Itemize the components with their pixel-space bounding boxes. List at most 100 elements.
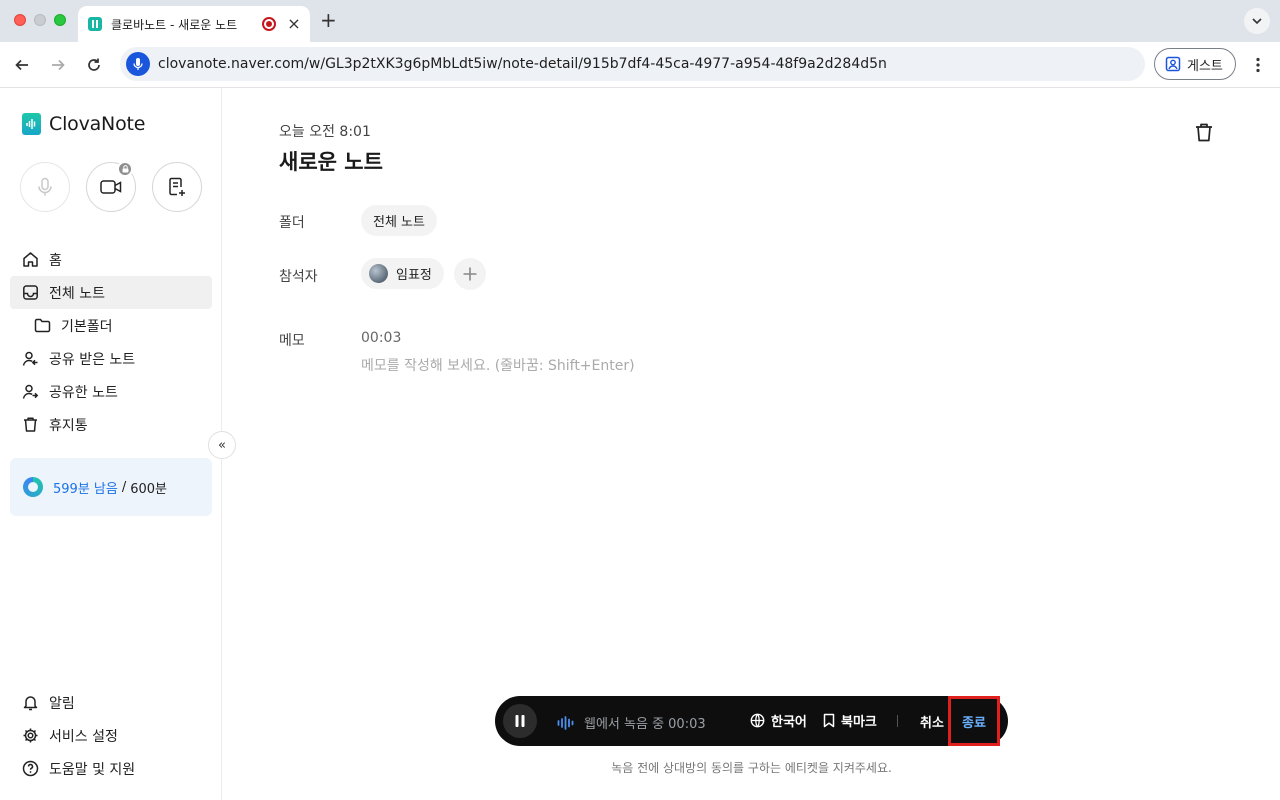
sidebar-nav: 홈 전체 노트 기본폴더 공유 받은 노트 공유한 노트 휴지통 (10, 243, 212, 441)
memo-label: 메모 (279, 333, 305, 349)
language-label: 한국어 (771, 715, 807, 730)
attendee-name: 임표정 (396, 268, 432, 283)
pause-icon (515, 715, 525, 727)
globe-icon (750, 713, 765, 728)
sidebar-item-shared-by-me[interactable]: 공유한 노트 (10, 375, 212, 408)
profile-label: 게스트 (1187, 58, 1223, 74)
browser-menu-button[interactable] (1250, 54, 1266, 76)
close-window-button[interactable] (14, 14, 26, 26)
record-audio-button[interactable] (20, 162, 70, 212)
quota-ring-icon (23, 477, 43, 497)
consent-notice: 녹음 전에 상대방의 동의를 구하는 에티켓을 지켜주세요. (611, 761, 892, 775)
trash-icon (1196, 123, 1212, 141)
minimize-window-button[interactable] (34, 14, 46, 26)
sidebar-item-shared-with-me[interactable]: 공유 받은 노트 (10, 342, 212, 375)
note-detail: 오늘 오전 8:01 새로운 노트 폴더 전체 노트 참석자 임표정 메모 00… (223, 88, 1280, 800)
clovanote-logo[interactable]: ClovaNote (22, 113, 145, 135)
shared-in-icon (22, 351, 38, 366)
url-text[interactable]: clovanote.naver.com/w/GL3p2tXK3g6pMbLdt5… (158, 56, 887, 72)
add-note-icon (169, 177, 185, 196)
home-icon (23, 252, 38, 267)
trash-icon (24, 417, 37, 432)
record-video-button[interactable] (86, 161, 136, 212)
folder-value: 전체 노트 (373, 215, 425, 230)
sidebar-item-label: 기본폴더 (61, 318, 113, 335)
logo-text: ClovaNote (49, 113, 146, 135)
quick-actions (20, 161, 202, 212)
bookmark-button[interactable]: 북마크 (823, 711, 877, 730)
sidebar-item-notifications[interactable]: 알림 (10, 686, 212, 719)
clovanote-logo-icon (22, 113, 41, 135)
bell-icon (23, 696, 38, 711)
sidebar-item-help[interactable]: 도움말 및 지원 (10, 752, 212, 785)
recording-quota[interactable]: 599분 남음 / 600분 (10, 458, 212, 516)
reload-button[interactable] (83, 54, 105, 76)
cancel-recording-button[interactable]: 취소 (920, 712, 944, 731)
clovanote-favicon-icon (88, 17, 102, 31)
profile-button[interactable]: 게스트 (1154, 48, 1236, 80)
lock-icon (117, 161, 133, 177)
more-vertical-icon (1256, 57, 1260, 73)
address-bar[interactable]: clovanote.naver.com/w/GL3p2tXK3g6pMbLdt5… (120, 47, 1145, 81)
back-button[interactable] (11, 54, 33, 76)
browser-toolbar: clovanote.naver.com/w/GL3p2tXK3g6pMbLdt5… (0, 42, 1280, 88)
tab-close-button[interactable]: × (286, 16, 302, 32)
help-icon (22, 760, 39, 777)
folder-icon (34, 318, 51, 333)
quota-separator: / (121, 479, 127, 495)
microphone-icon (38, 177, 52, 196)
shared-out-icon (22, 384, 39, 399)
maximize-window-button[interactable] (54, 14, 66, 26)
pause-button[interactable] (503, 704, 537, 738)
sidebar-bottom-nav: 알림 서비스 설정 도움말 및 지원 (10, 686, 212, 785)
sidebar-item-all-notes[interactable]: 전체 노트 (10, 276, 212, 309)
waveform-icon (557, 715, 574, 730)
end-recording-button[interactable]: 종료 (948, 696, 1000, 746)
language-button[interactable]: 한국어 (750, 711, 807, 730)
tab-search-button[interactable] (1244, 8, 1270, 34)
video-camera-icon (100, 180, 122, 194)
recording-status: 웹에서 녹음 중 00:03 (557, 713, 706, 732)
gear-icon (23, 728, 38, 743)
folder-chip[interactable]: 전체 노트 (361, 205, 437, 236)
arrow-left-icon (15, 59, 28, 71)
sidebar-item-default-folder[interactable]: 기본폴더 (10, 309, 212, 342)
memo-input[interactable]: 메모를 작성해 보세요. (줄바꿈: Shift+Enter) (361, 355, 635, 375)
forward-button[interactable] (47, 54, 69, 76)
browser-tab[interactable]: 클로바노트 - 새로운 노트 × (78, 6, 310, 42)
folder-label: 폴더 (279, 215, 305, 231)
person-badge-icon (1165, 56, 1181, 72)
quota-remaining: 599분 남음 (53, 481, 118, 497)
sidebar-item-home[interactable]: 홈 (10, 243, 212, 276)
reload-icon (88, 58, 100, 71)
browser-tabstrip: 클로바노트 - 새로운 노트 × + (0, 0, 1280, 42)
bookmark-label: 북마크 (841, 715, 877, 730)
sidebar-item-label: 도움말 및 지원 (49, 761, 136, 778)
tab-title: 클로바노트 - 새로운 노트 (111, 17, 238, 32)
note-created-time: 오늘 오전 8:01 (279, 124, 371, 140)
sidebar-item-label: 홈 (49, 252, 62, 269)
collapse-sidebar-button[interactable]: « (208, 431, 236, 459)
delete-note-button[interactable] (1192, 120, 1216, 144)
microphone-active-icon[interactable] (126, 52, 150, 76)
sidebar-item-label: 휴지통 (49, 417, 88, 434)
inbox-icon (23, 285, 38, 300)
sidebar-item-settings[interactable]: 서비스 설정 (10, 719, 212, 752)
attendee-chip[interactable]: 임표정 (361, 258, 444, 289)
arrow-right-icon (52, 59, 65, 71)
sidebar-item-trash[interactable]: 휴지통 (10, 408, 212, 441)
recording-indicator-icon (262, 17, 276, 31)
attendee-label: 참석자 (279, 269, 318, 285)
page-title[interactable]: 새로운 노트 (279, 146, 383, 176)
recording-status-text: 웹에서 녹음 중 00:03 (584, 717, 706, 732)
upload-file-button[interactable] (152, 162, 202, 212)
sidebar-item-label: 전체 노트 (49, 285, 105, 302)
new-tab-button[interactable]: + (320, 9, 337, 31)
divider (897, 715, 898, 727)
plus-icon (463, 267, 477, 281)
chevron-down-icon (1252, 18, 1262, 25)
add-attendee-button[interactable] (454, 258, 486, 290)
end-recording-label: 종료 (962, 715, 986, 731)
bookmark-icon (823, 713, 835, 728)
sidebar-item-label: 서비스 설정 (49, 728, 118, 745)
